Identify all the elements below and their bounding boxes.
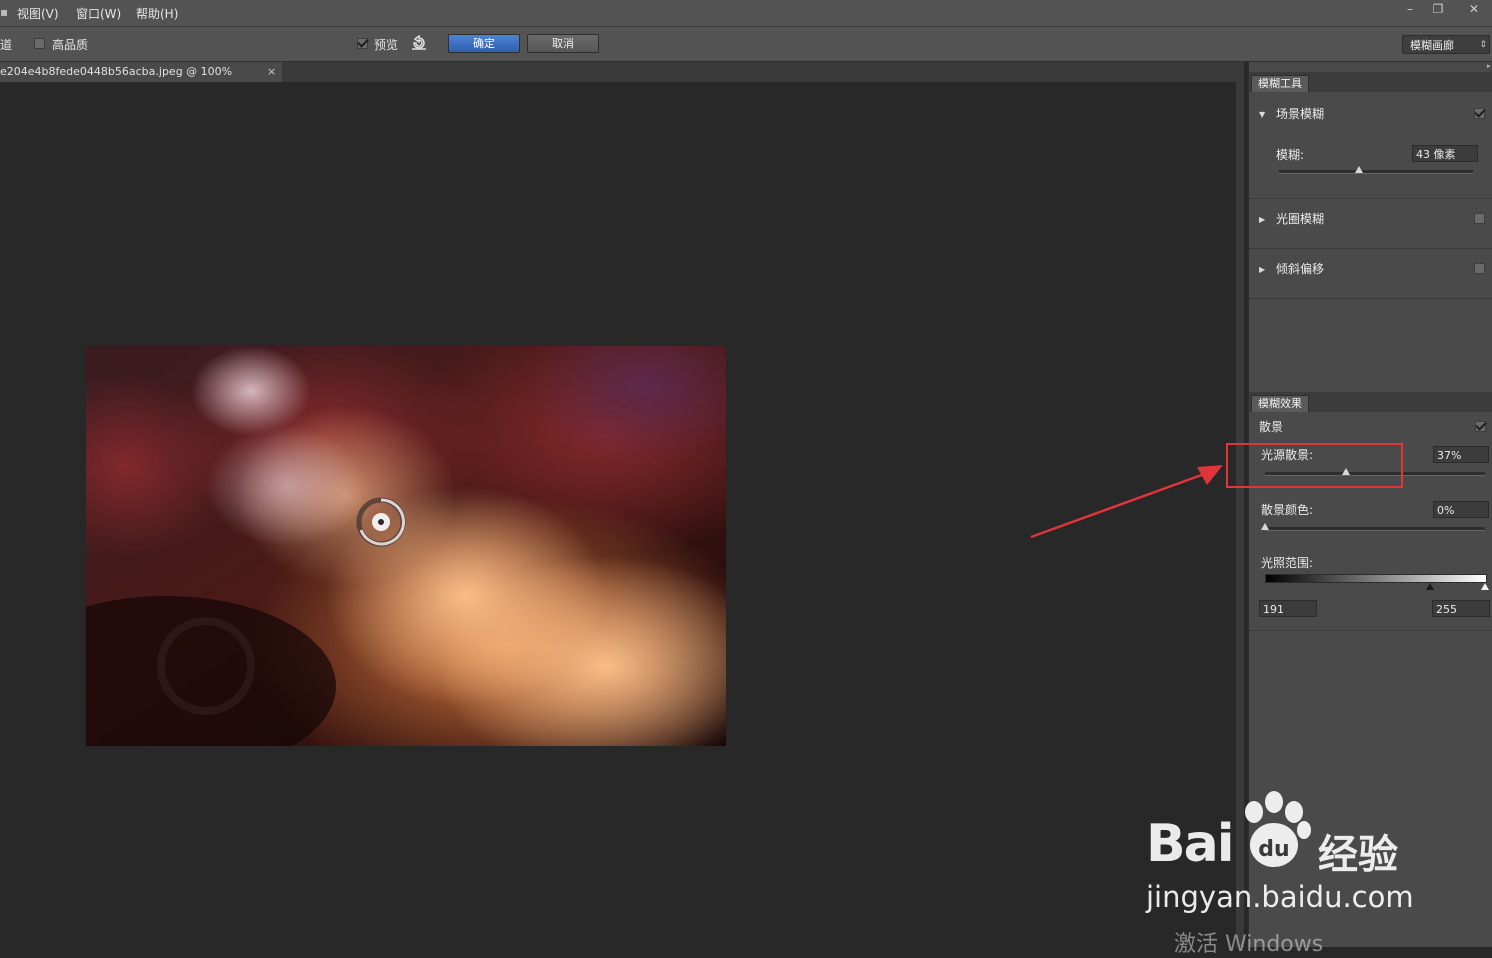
bokeh-checkbox[interactable] <box>1475 421 1486 432</box>
baidu-jingyan-text: 经验 <box>1318 832 1398 878</box>
workspace-select[interactable]: 模糊画廊 ⇕ <box>1402 35 1490 54</box>
channel-label-partial: 道 <box>0 38 13 52</box>
separator <box>1249 298 1492 299</box>
baidu-watermark: Bai du 经验 jingyan.baidu.com 激活 Windows <box>1142 790 1492 957</box>
svg-text:du: du <box>1258 837 1289 862</box>
separator <box>1249 630 1492 631</box>
preview-label: 预览 <box>374 38 399 52</box>
annotation-arrow-icon <box>1030 465 1223 539</box>
panel-collapse-icon[interactable]: ▸ <box>1487 62 1491 70</box>
field-blur-label: 场景模糊 <box>1276 107 1325 121</box>
light-range-low-thumb[interactable] <box>1426 583 1434 590</box>
light-range-high-thumb[interactable] <box>1481 583 1489 590</box>
menu-bar: ▪ 视图(V) 窗口(W) 帮助(H) – ❐ ✕ <box>0 0 1492 27</box>
blur-amount-label: 模糊: <box>1276 148 1305 162</box>
blur-amount-input[interactable]: 43 像素 <box>1412 145 1478 162</box>
separator <box>1249 198 1492 199</box>
collapsed-triangle-icon[interactable]: ▶ <box>1259 265 1265 274</box>
activate-windows-text: 激活 Windows <box>1174 932 1324 957</box>
minimize-icon[interactable]: – <box>1396 0 1424 18</box>
menu-window[interactable]: 窗口(W) <box>76 5 121 22</box>
high-quality-checkbox[interactable] <box>34 38 45 49</box>
light-range-label: 光照范围: <box>1261 556 1314 570</box>
reset-icon[interactable] <box>410 35 428 51</box>
bokeh-color-slider-track[interactable] <box>1265 527 1485 531</box>
options-bar: 道 高品质 预览 确定 取消 模糊画廊 ⇕ <box>0 27 1492 62</box>
light-bokeh-input[interactable]: 37% <box>1433 446 1489 463</box>
bokeh-color-slider-thumb[interactable] <box>1261 523 1269 530</box>
menu-help[interactable]: 帮助(H) <box>136 5 178 22</box>
close-icon[interactable]: ✕ <box>1460 0 1488 18</box>
light-range-gradient[interactable] <box>1265 574 1487 583</box>
tilt-shift-label: 倾斜偏移 <box>1276 262 1325 276</box>
separator <box>1249 248 1492 249</box>
annotation-highlight-box <box>1226 443 1403 488</box>
iris-blur-label: 光圈模糊 <box>1276 212 1325 226</box>
expanded-triangle-icon[interactable]: ▼ <box>1259 110 1265 119</box>
blur-amount-slider-thumb[interactable] <box>1354 166 1363 173</box>
watermark-url: jingyan.baidu.com <box>1146 880 1414 914</box>
preview-checkbox[interactable] <box>357 38 368 49</box>
field-blur-checkbox[interactable] <box>1474 108 1485 119</box>
baidu-brand-text: Bai <box>1146 814 1235 874</box>
blur-tools-tab[interactable]: 模糊工具 <box>1251 75 1309 92</box>
iris-blur-checkbox[interactable] <box>1474 213 1485 224</box>
light-range-high-input[interactable]: 255 <box>1432 600 1490 617</box>
tab-close-icon[interactable]: × <box>267 62 276 82</box>
menu-view[interactable]: 视图(V) <box>17 5 59 22</box>
bokeh-color-label: 散景颜色: <box>1261 503 1314 517</box>
blur-pin-icon[interactable] <box>355 496 407 548</box>
blur-amount-slider-track[interactable] <box>1279 170 1473 174</box>
high-quality-label: 高品质 <box>52 38 89 52</box>
blurred-photo[interactable] <box>86 346 726 746</box>
document-tab[interactable]: e204e4b8fede0448b56acba.jpeg @ 100%(RGB/… <box>0 62 282 98</box>
light-range-low-input[interactable]: 191 <box>1259 600 1317 617</box>
baidu-paw-logo: du <box>1245 791 1311 867</box>
cancel-button[interactable]: 取消 <box>527 34 599 53</box>
collapsed-triangle-icon[interactable]: ▶ <box>1259 215 1265 224</box>
bokeh-color-input[interactable]: 0% <box>1433 501 1489 518</box>
tilt-shift-checkbox[interactable] <box>1474 263 1485 274</box>
restore-icon[interactable]: ❐ <box>1424 0 1452 18</box>
workspace-select-label: 模糊画廊 <box>1410 39 1454 52</box>
blur-effects-tab[interactable]: 模糊效果 <box>1251 395 1309 412</box>
bokeh-label: 散景 <box>1259 420 1284 434</box>
select-arrows-icon: ⇕ <box>1479 40 1487 50</box>
menu-overflow-marker: ▪ <box>0 5 9 19</box>
ok-button[interactable]: 确定 <box>448 34 520 53</box>
